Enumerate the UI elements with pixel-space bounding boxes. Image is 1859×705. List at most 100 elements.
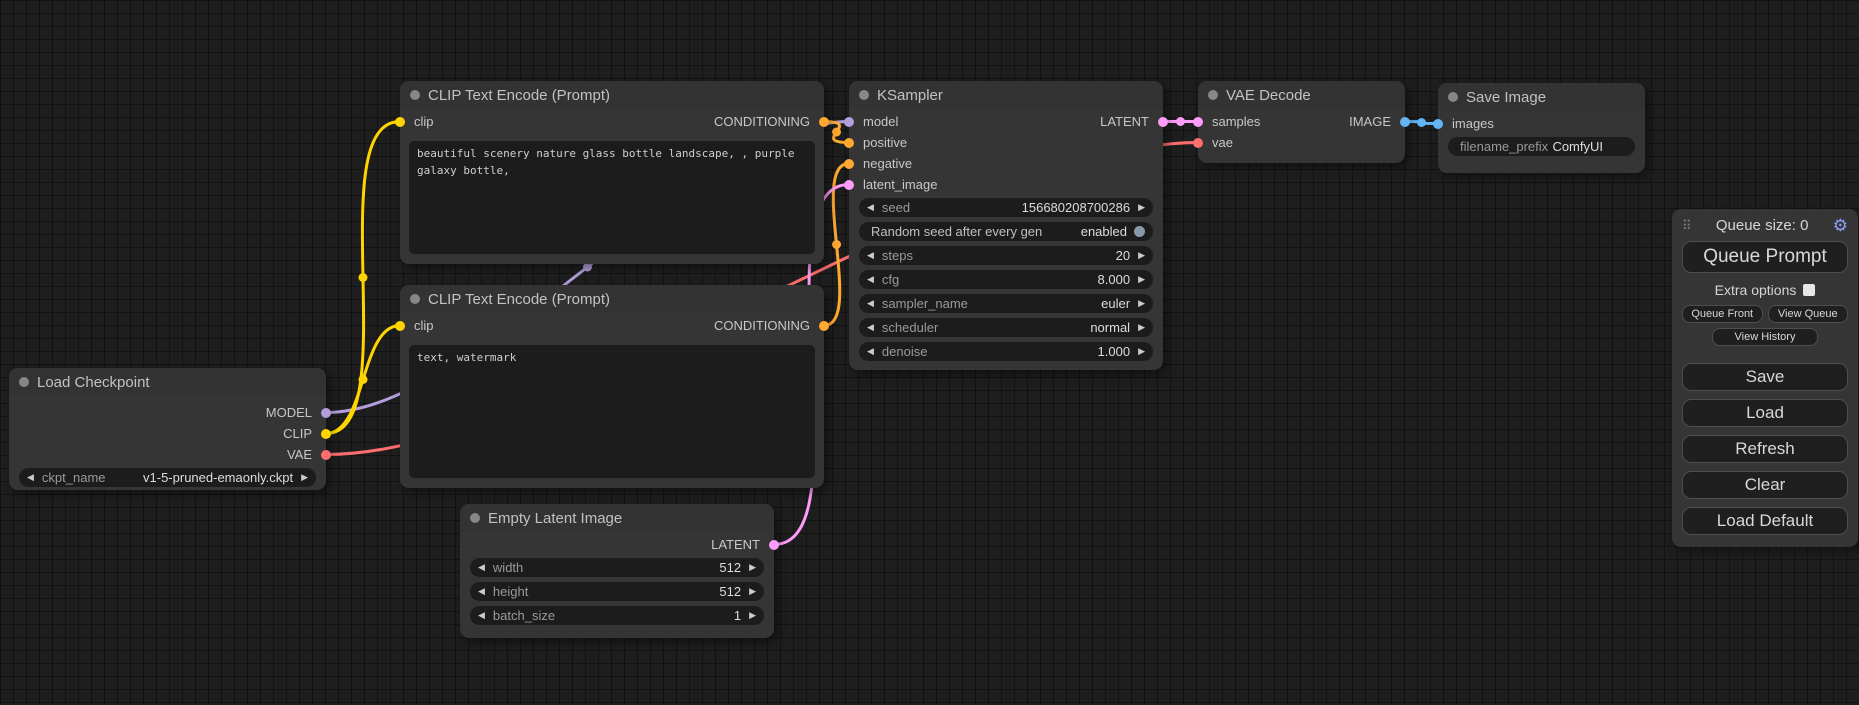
increment-arrow-icon[interactable]: ▶ [749,563,756,572]
slot-row: VAE [9,444,326,465]
decrement-arrow-icon[interactable]: ◀ [867,203,874,212]
settings-gear-icon[interactable]: ⚙ [1833,217,1848,234]
widget-filename-prefix[interactable]: filename_prefix ComfyUI [1448,137,1635,156]
next-arrow-icon[interactable]: ▶ [1138,299,1145,308]
widget-value: 512 [719,584,741,599]
output-slot-latent[interactable] [769,540,779,550]
widget-label: scheduler [882,320,938,335]
increment-arrow-icon[interactable]: ▶ [749,611,756,620]
slot-row: images [1438,113,1645,134]
negative-prompt-textarea[interactable]: text, watermark [409,345,815,478]
node-title-bar[interactable]: Load Checkpoint [9,368,326,396]
decrement-arrow-icon[interactable]: ◀ [867,347,874,356]
load-default-button[interactable]: Load Default [1682,507,1848,535]
refresh-button[interactable]: Refresh [1682,435,1848,463]
slot-row: LATENT [460,534,774,555]
queue-front-button[interactable]: Queue Front [1682,305,1763,323]
output-slot-conditioning[interactable] [819,117,829,127]
node-title: Save Image [1466,89,1546,106]
clear-button[interactable]: Clear [1682,471,1848,499]
widget-value: 20 [1116,248,1130,263]
widget-label: height [493,584,528,599]
view-history-button[interactable]: View History [1712,328,1818,346]
node-vae-decode[interactable]: VAE Decode samples IMAGE vae [1198,81,1405,163]
widget-scheduler[interactable]: ◀ scheduler normal ▶ [859,318,1153,337]
save-button[interactable]: Save [1682,363,1848,391]
node-load-checkpoint[interactable]: Load Checkpoint MODEL CLIP VAE ◀ ckpt_na… [9,368,326,490]
node-title-bar[interactable]: CLIP Text Encode (Prompt) [400,285,824,313]
decrement-arrow-icon[interactable]: ◀ [478,587,485,596]
input-slot-positive[interactable] [844,138,854,148]
widget-cfg[interactable]: ◀ cfg 8.000 ▶ [859,270,1153,289]
prev-arrow-icon[interactable]: ◀ [867,323,874,332]
output-label-clip: CLIP [283,426,312,441]
increment-arrow-icon[interactable]: ▶ [1138,275,1145,284]
node-title-bar[interactable]: CLIP Text Encode (Prompt) [400,81,824,109]
decrement-arrow-icon[interactable]: ◀ [478,563,485,572]
decrement-arrow-icon[interactable]: ◀ [867,251,874,260]
node-save-image[interactable]: Save Image images filename_prefix ComfyU… [1438,83,1645,173]
widget-label: batch_size [493,608,555,623]
widget-random-seed-toggle[interactable]: Random seed after every gen enabled [859,222,1153,241]
widget-steps[interactable]: ◀ steps 20 ▶ [859,246,1153,265]
input-slot-vae[interactable] [1193,138,1203,148]
widget-height[interactable]: ◀ height 512 ▶ [470,582,764,601]
input-label-clip: clip [414,114,434,129]
slot-row: negative [849,153,1163,174]
widget-batch-size[interactable]: ◀ batch_size 1 ▶ [470,606,764,625]
load-button[interactable]: Load [1682,399,1848,427]
widget-label: ckpt_name [42,470,106,485]
widget-ckpt-name[interactable]: ◀ ckpt_name v1-5-pruned-emaonly.ckpt ▶ [19,468,316,487]
node-title-bar[interactable]: Save Image [1438,83,1645,111]
node-title-bar[interactable]: VAE Decode [1198,81,1405,109]
node-clip-text-encode-positive[interactable]: CLIP Text Encode (Prompt) clip CONDITION… [400,81,824,264]
drag-handle-icon[interactable]: ⠿ [1682,218,1692,234]
prev-arrow-icon[interactable]: ◀ [27,473,34,482]
node-ksampler[interactable]: KSampler model LATENT positive negative … [849,81,1163,370]
input-label-positive: positive [863,135,907,150]
widget-value: 8.000 [1098,272,1131,287]
widget-denoise[interactable]: ◀ denoise 1.000 ▶ [859,342,1153,361]
input-slot-model[interactable] [844,117,854,127]
decrement-arrow-icon[interactable]: ◀ [867,275,874,284]
prev-arrow-icon[interactable]: ◀ [867,299,874,308]
increment-arrow-icon[interactable]: ▶ [1138,251,1145,260]
decrement-arrow-icon[interactable]: ◀ [478,611,485,620]
input-slot-clip[interactable] [395,117,405,127]
positive-prompt-textarea[interactable]: beautiful scenery nature glass bottle la… [409,141,815,254]
input-slot-latent-image[interactable] [844,180,854,190]
input-slot-negative[interactable] [844,159,854,169]
increment-arrow-icon[interactable]: ▶ [1138,347,1145,356]
increment-arrow-icon[interactable]: ▶ [1138,203,1145,212]
output-slot-latent[interactable] [1158,117,1168,127]
next-arrow-icon[interactable]: ▶ [301,473,308,482]
node-status-dot [1448,92,1458,102]
view-queue-button[interactable]: View Queue [1768,305,1849,323]
graph-canvas[interactable]: Load Checkpoint MODEL CLIP VAE ◀ ckpt_na… [0,0,1859,705]
widget-sampler-name[interactable]: ◀ sampler_name euler ▶ [859,294,1153,313]
queue-prompt-button[interactable]: Queue Prompt [1682,241,1848,273]
extra-options-checkbox[interactable] [1803,284,1815,296]
toggle-dot[interactable] [1134,226,1145,237]
widget-label: cfg [882,272,899,287]
input-slot-samples[interactable] [1193,117,1203,127]
output-slot-vae[interactable] [321,450,331,460]
node-title-bar[interactable]: KSampler [849,81,1163,109]
node-status-dot [1208,90,1218,100]
slot-row: clip CONDITIONING [400,315,824,336]
next-arrow-icon[interactable]: ▶ [1138,323,1145,332]
output-slot-conditioning[interactable] [819,321,829,331]
node-clip-text-encode-negative[interactable]: CLIP Text Encode (Prompt) clip CONDITION… [400,285,824,488]
node-title-bar[interactable]: Empty Latent Image [460,504,774,532]
input-slot-clip[interactable] [395,321,405,331]
output-slot-image[interactable] [1400,117,1410,127]
increment-arrow-icon[interactable]: ▶ [749,587,756,596]
input-slot-images[interactable] [1433,119,1443,129]
node-empty-latent-image[interactable]: Empty Latent Image LATENT ◀ width 512 ▶ … [460,504,774,638]
widget-seed[interactable]: ◀ seed 156680208700286 ▶ [859,198,1153,217]
widget-width[interactable]: ◀ width 512 ▶ [470,558,764,577]
output-slot-model[interactable] [321,408,331,418]
output-slot-clip[interactable] [321,429,331,439]
widget-value: normal [1090,320,1130,335]
slot-row: clip CONDITIONING [400,111,824,132]
